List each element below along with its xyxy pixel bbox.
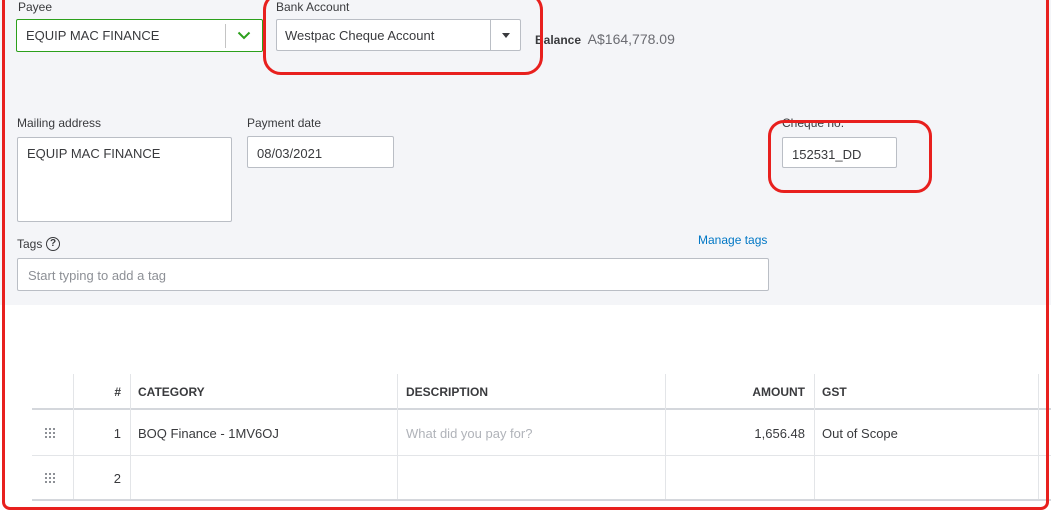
row-num: 2	[113, 471, 121, 486]
row-category[interactable]: BOQ Finance - 1MV6OJ	[138, 426, 279, 441]
table-row[interactable]: 2	[32, 456, 1051, 501]
table-header: # CATEGORY DESCRIPTION AMOUNT GST	[32, 374, 1051, 410]
row-num: 1	[113, 426, 121, 441]
tags-label: Tags	[17, 237, 43, 251]
header-amount: AMOUNT	[752, 385, 805, 399]
tags-placeholder: Start typing to add a tag	[28, 268, 167, 283]
balance: Balance A$164,778.09	[535, 31, 675, 47]
payee-label: Payee	[18, 0, 53, 14]
table-row[interactable]: 1 BOQ Finance - 1MV6OJ What did you pay …	[32, 411, 1051, 456]
header-num: #	[114, 385, 121, 399]
drag-handle-icon[interactable]	[45, 473, 55, 483]
payment-date-label: Payment date	[247, 116, 322, 130]
manage-tags-link[interactable]: Manage tags	[698, 233, 767, 247]
bank-account-label: Bank Account	[276, 0, 350, 14]
row-description[interactable]: What did you pay for?	[406, 426, 532, 441]
tags-input[interactable]: Start typing to add a tag	[17, 258, 769, 291]
header-description: DESCRIPTION	[406, 385, 489, 399]
payee-dropdown[interactable]: EQUIP MAC FINANCE	[16, 19, 263, 52]
payee-value: EQUIP MAC FINANCE	[26, 28, 160, 43]
chevron-down-icon[interactable]	[226, 20, 262, 51]
drag-handle-icon[interactable]	[45, 428, 55, 438]
caret-down-icon[interactable]	[491, 20, 520, 50]
mailing-address-field[interactable]: EQUIP MAC FINANCE	[17, 137, 232, 222]
header-category: CATEGORY	[138, 385, 205, 399]
cheque-no-field[interactable]: 152531_DD	[782, 137, 897, 168]
payment-date-value: 08/03/2021	[257, 146, 323, 161]
payment-date-field[interactable]: 08/03/2021	[247, 136, 394, 168]
balance-label: Balance	[535, 33, 582, 47]
row-amount[interactable]: 1,656.48	[672, 426, 805, 441]
header-gst: GST	[822, 385, 847, 399]
mailing-address-label: Mailing address	[17, 116, 102, 130]
question-circle-icon[interactable]: ?	[46, 237, 60, 251]
row-gst[interactable]: Out of Scope	[822, 426, 898, 441]
cheque-no-value: 152531_DD	[792, 147, 862, 162]
balance-value: A$164,778.09	[587, 31, 675, 47]
mailing-address-value: EQUIP MAC FINANCE	[27, 146, 161, 161]
bank-account-value: Westpac Cheque Account	[285, 28, 435, 43]
cheque-no-label: Cheque no.	[782, 116, 845, 130]
bank-account-dropdown[interactable]: Westpac Cheque Account	[276, 19, 521, 51]
